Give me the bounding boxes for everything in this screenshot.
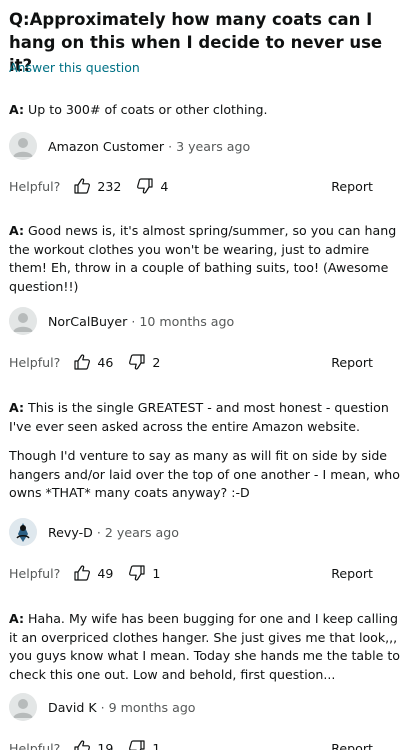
answer-author: Revy-D · 2 years ago — [9, 518, 179, 546]
thumbs-up-icon[interactable] — [73, 739, 91, 750]
vote-row: Helpful? 46 2 Report — [9, 351, 373, 373]
helpful-label: Helpful? — [9, 565, 61, 581]
author-name[interactable]: Amazon Customer — [48, 139, 164, 154]
answer-text: A: Up to 300# of coats or other clothing… — [9, 102, 268, 117]
upvote-count: 232 — [97, 178, 122, 194]
upvote-count: 19 — [97, 740, 114, 750]
author-name[interactable]: NorCalBuyer — [48, 314, 127, 329]
thumbs-up-icon[interactable] — [73, 177, 91, 195]
answer-timestamp: 3 years ago — [176, 138, 251, 154]
downvote-count: 4 — [160, 178, 169, 194]
thumbs-down-icon[interactable] — [128, 739, 146, 750]
answer-timestamp: 2 years ago — [104, 524, 179, 540]
answer-author: David K · 9 months ago — [9, 693, 196, 721]
report-link[interactable]: Report — [331, 355, 373, 370]
answer-author: NorCalBuyer · 10 months ago — [9, 307, 234, 335]
thumbs-down-icon[interactable] — [136, 177, 154, 195]
answer-timestamp: 9 months ago — [108, 699, 196, 715]
separator: · — [96, 524, 101, 540]
downvote-count: 2 — [152, 354, 161, 370]
author-name[interactable]: David K — [48, 700, 97, 715]
vote-row: Helpful? 232 4 Report — [9, 175, 373, 197]
answer-timestamp: 10 months ago — [139, 313, 235, 329]
report-link[interactable]: Report — [331, 566, 373, 581]
thumbs-down-icon[interactable] — [128, 564, 146, 582]
helpful-label: Helpful? — [9, 354, 61, 370]
answer-text: A: This is the single GREATEST - and mos… — [9, 400, 400, 501]
downvote-count: 1 — [152, 740, 161, 750]
upvote-count: 49 — [97, 565, 114, 581]
separator: · — [100, 699, 105, 715]
default-person-icon — [9, 693, 37, 721]
answer-text: A: Good news is, it's almost spring/summ… — [9, 223, 397, 294]
thumbs-up-icon[interactable] — [73, 564, 91, 582]
vote-row: Helpful? 19 1 Report — [9, 737, 373, 750]
vote-row: Helpful? 49 1 Report — [9, 562, 373, 584]
report-link[interactable]: Report — [331, 179, 373, 194]
default-person-icon — [9, 307, 37, 335]
author-name[interactable]: Revy-D — [48, 525, 93, 540]
thumbs-down-icon[interactable] — [128, 353, 146, 371]
separator: · — [131, 313, 136, 329]
profile-photo-icon — [9, 518, 37, 546]
separator: · — [168, 138, 173, 154]
upvote-count: 46 — [97, 354, 114, 370]
helpful-label: Helpful? — [9, 178, 61, 194]
report-link[interactable]: Report — [331, 741, 373, 750]
helpful-label: Helpful? — [9, 740, 61, 750]
thumbs-up-icon[interactable] — [73, 353, 91, 371]
answer-author: Amazon Customer · 3 years ago — [9, 132, 250, 160]
answer-question-link[interactable]: Answer this question — [9, 60, 140, 75]
downvote-count: 1 — [152, 565, 161, 581]
default-person-icon — [9, 132, 37, 160]
answer-text: A: Haha. My wife has been bugging for on… — [9, 611, 400, 682]
